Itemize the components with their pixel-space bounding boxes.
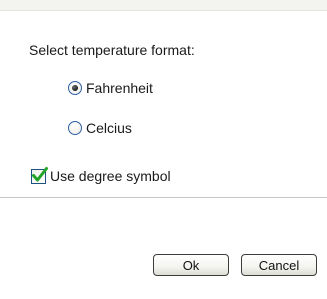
prompt-label: Select temperature format: [29,42,195,58]
ok-button[interactable]: Ok [153,254,229,276]
degree-symbol-label[interactable]: Use degree symbol [50,168,171,184]
degree-symbol-option[interactable]: Use degree symbol [31,166,171,186]
celcius-label[interactable]: Celcius [86,120,132,136]
cancel-button[interactable]: Cancel [241,254,317,276]
celcius-radio[interactable] [68,121,82,135]
separator [0,197,327,199]
fahrenheit-option[interactable]: Fahrenheit [68,79,153,97]
fahrenheit-radio[interactable] [68,81,82,95]
celcius-option[interactable]: Celcius [68,119,132,137]
temperature-format-dialog: Select temperature format: Fahrenheit Ce… [0,0,327,299]
fahrenheit-label[interactable]: Fahrenheit [86,80,153,96]
checkmark-icon [32,166,48,181]
dialog-top-edge [0,0,327,11]
degree-symbol-checkbox[interactable] [31,166,48,184]
